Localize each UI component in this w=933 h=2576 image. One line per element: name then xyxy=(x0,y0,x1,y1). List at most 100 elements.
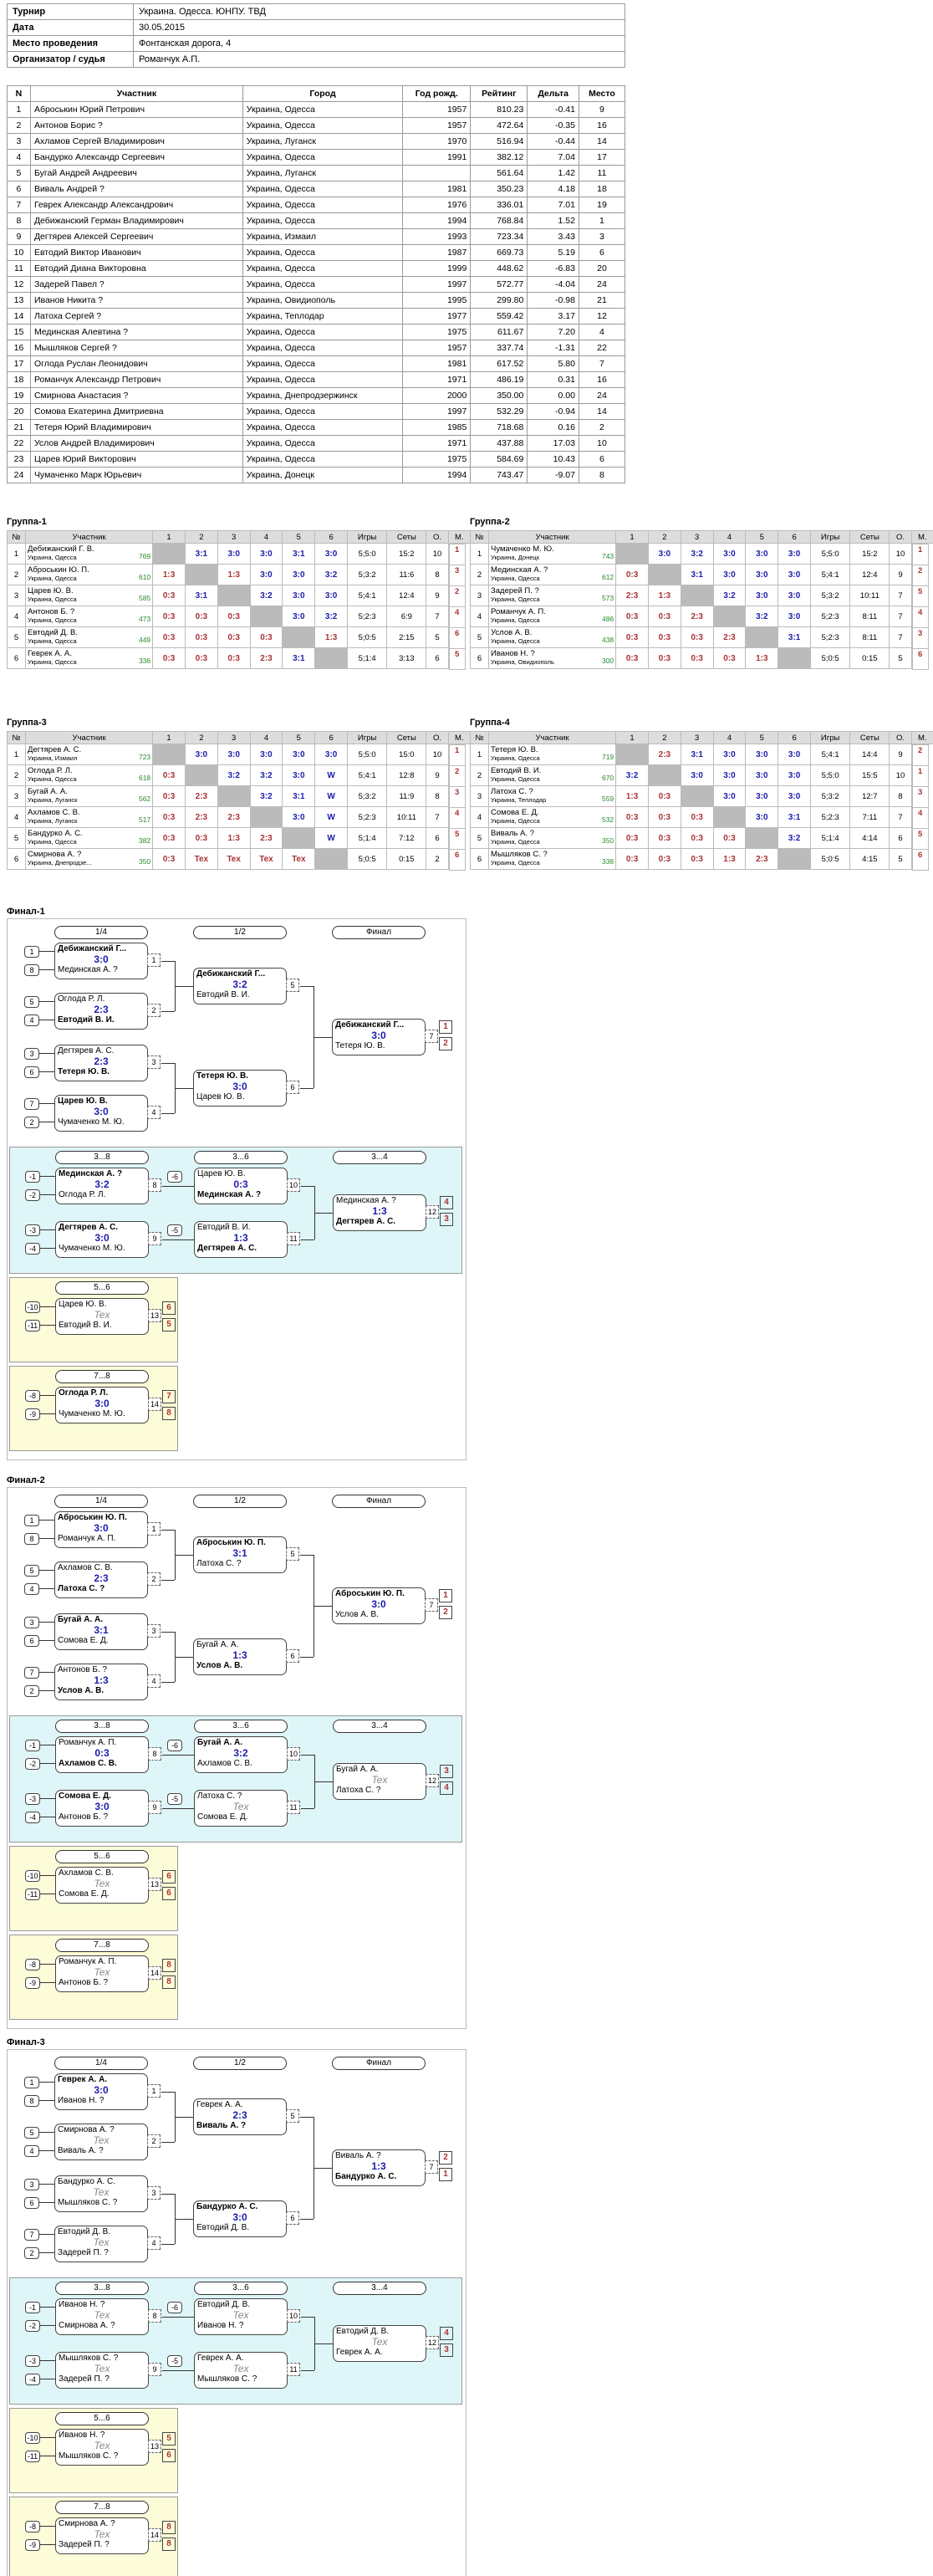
participant-cell: Украина, Одесса xyxy=(242,276,404,293)
match-score: 3:1 xyxy=(232,1547,247,1559)
final-place: 3 xyxy=(440,1765,453,1778)
group-self-cell xyxy=(615,543,649,565)
final-place: 2 xyxy=(439,2151,452,2165)
group-self-cell xyxy=(647,564,681,585)
group-score: 2:3 xyxy=(658,749,671,759)
group-rating: 562 xyxy=(138,795,151,803)
participant-cell: -9.07 xyxy=(527,467,579,483)
group-participant-city: Украина, Одесса xyxy=(491,616,540,624)
group-participant-name: Тетеря Ю. В. xyxy=(491,745,538,754)
group-place: 2 xyxy=(911,744,929,766)
group-row: 5 438 Услов А. В. Украина, Одесса 0:3 0:3 0:3 2… xyxy=(469,626,933,649)
group-row-number: 6 xyxy=(469,848,490,870)
match-score: 3:0 xyxy=(371,1598,386,1610)
group-score-cell: 0:3 xyxy=(647,806,681,828)
group-games: 5;1:4 xyxy=(347,647,388,669)
participant-cell: 5.19 xyxy=(527,244,579,261)
participant-cell: 9 xyxy=(578,101,626,118)
match-player-b: Ахламов С. В. xyxy=(59,1759,117,1768)
participant-cell: 24 xyxy=(578,276,626,293)
final-place: 8 xyxy=(162,2521,176,2534)
bracket-match: Евтодий В. И. 1:3 Дегтярев А. С. 11 xyxy=(194,1221,300,1258)
final-panel: 1/4 1/2 Финал Геврек А. А. 3:0 Иванов Н. ? 1 1 8… xyxy=(7,2049,466,2576)
participant-cell: Украина, Одесса xyxy=(242,117,404,134)
match-score: Tex xyxy=(94,2363,110,2374)
match-number: 6 xyxy=(286,1081,299,1094)
group-self-cell xyxy=(745,626,779,648)
group-score: 3:1 xyxy=(788,632,801,642)
group-score: 0:3 xyxy=(162,611,176,621)
group-sets: 8:11 xyxy=(849,626,890,648)
participant-cell: 1.52 xyxy=(527,212,579,229)
group-points: 8 xyxy=(426,785,449,807)
group-row-number: 2 xyxy=(6,564,27,585)
group-self-cell xyxy=(249,606,283,627)
bracket-line xyxy=(162,1239,194,1240)
group-score-cell: 0:3 xyxy=(680,827,714,849)
group-score: 2:3 xyxy=(227,812,240,822)
final-place: 6 xyxy=(162,1301,176,1315)
group-rating: 723 xyxy=(138,753,151,761)
group-score: 0:3 xyxy=(625,570,639,580)
group-row-number: 2 xyxy=(6,764,27,786)
match-score: 2:3 xyxy=(94,1004,109,1015)
seed-number: 7 xyxy=(24,1667,39,1679)
group-sets: 15:5 xyxy=(849,764,890,786)
bracket-line xyxy=(314,1213,333,1214)
final-place: 1 xyxy=(439,1589,452,1602)
final-place: 3 xyxy=(440,2343,453,2357)
bracket-line xyxy=(162,1186,194,1187)
bracket-match: Оглода Р. Л. 2:3 Евтодий В. И. 2 xyxy=(54,993,161,1030)
match-player-b: Иванов Н. ? xyxy=(197,2321,244,2330)
match-score: 1:3 xyxy=(94,1674,109,1686)
group-row-number: 2 xyxy=(469,764,490,786)
participant-cell: 617.52 xyxy=(470,355,528,372)
group-place: 6 xyxy=(911,848,929,871)
group-score: 3:0 xyxy=(260,549,273,559)
group-participant: 517 Ахламов С. В. Украина, Луганск xyxy=(25,806,154,828)
match-number: 2 xyxy=(147,1004,161,1017)
match-score: Tex xyxy=(93,2134,110,2146)
match-player-b: Задерей П. ? xyxy=(58,2248,109,2257)
group-row-number: 1 xyxy=(469,744,490,765)
participant-cell: Украина, Одесса xyxy=(242,212,404,229)
match-number: 9 xyxy=(148,2363,161,2376)
round-label: 7...8 xyxy=(55,2501,149,2514)
bracket-line xyxy=(161,2092,175,2093)
group-score-cell: Tex xyxy=(249,848,283,870)
group-games: 5;3:2 xyxy=(810,585,851,606)
group-table: № Участник 1 2 3 4 5 6 Игры Сеты О. М. 1 719 Тетеря Ю.… xyxy=(469,731,933,871)
group-score-cell: 3:0 xyxy=(745,564,779,585)
group-place: 5 xyxy=(911,827,929,850)
match-player-b: Антонов Б. ? xyxy=(59,1978,109,1987)
group-score: 1:3 xyxy=(162,570,176,580)
group-participant-name: Геврек А. А. xyxy=(28,649,72,658)
group-participant-city: Украина, Луганск xyxy=(28,796,78,804)
round-label: 3...6 xyxy=(194,2282,288,2295)
match-player-b: Виваль А. ? xyxy=(58,2146,104,2155)
group-score-cell: 0:3 xyxy=(615,647,649,669)
match-player-b: Латоха С. ? xyxy=(58,1584,105,1593)
group-self-cell xyxy=(282,827,316,849)
group-self-cell xyxy=(282,626,316,648)
bracket-line xyxy=(161,2194,175,2195)
round-label: 3...8 xyxy=(55,2282,149,2295)
consolation-5-6: 5...6 Ахламов С. В. Tex Сомова Е. Д. 13 -10 -1… xyxy=(9,1846,178,1931)
participant-cell: 718.68 xyxy=(470,419,528,436)
group-score: 1:3 xyxy=(625,791,639,801)
group-score-cell: 3:1 xyxy=(778,626,812,648)
group-score-cell: 2:3 xyxy=(647,744,681,765)
match-score: 3:2 xyxy=(94,1178,110,1190)
seed-number: -4 xyxy=(25,2374,40,2385)
bracket-line xyxy=(301,1755,314,1756)
group-score: Tex xyxy=(259,854,273,864)
match-player-b: Задерей П. ? xyxy=(59,2374,110,2384)
group-score-cell: 3:0 xyxy=(712,744,747,765)
group-score-cell: 3:0 xyxy=(314,585,349,606)
bracket-match: Мышляков С. ? Tex Задерей П. ? 9 xyxy=(55,2352,161,2389)
match-number: 7 xyxy=(425,2160,438,2174)
match-player-b: Чумаченко М. Ю. xyxy=(58,1117,125,1127)
group-sets: 15:2 xyxy=(386,543,427,565)
participant-cell: 13 xyxy=(7,292,31,309)
participant-cell: 472.64 xyxy=(470,117,528,134)
